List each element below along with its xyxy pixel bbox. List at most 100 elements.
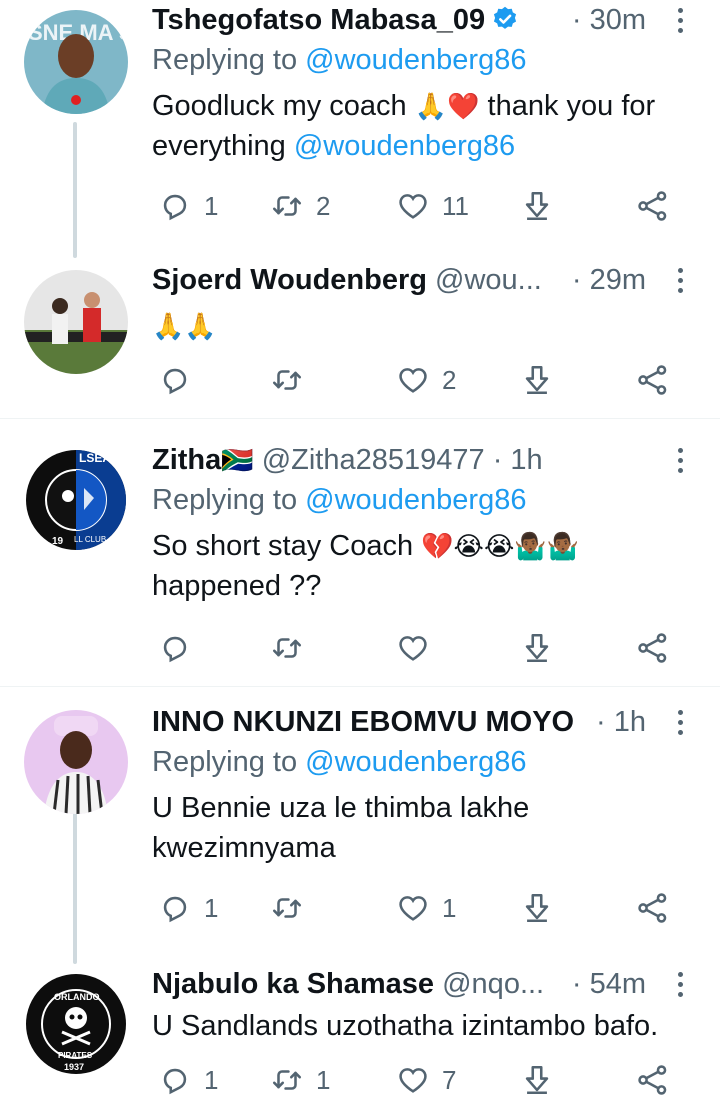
share-button[interactable]	[636, 628, 670, 668]
save-button[interactable]	[520, 888, 554, 928]
tweet[interactable]: SNE MA SA Tshegofatso Mabasa_09 · 30m Re…	[0, 0, 720, 250]
like-icon	[399, 194, 427, 219]
mention-link[interactable]: @woudenberg86	[294, 130, 515, 162]
share-icon	[638, 633, 667, 663]
reply-button[interactable]: 1	[158, 888, 218, 928]
like-button[interactable]: 11	[396, 186, 469, 226]
display-name[interactable]: Njabulo ka Shamase	[152, 968, 434, 1000]
tweet-header: Tshegofatso Mabasa_09 · 30m	[152, 0, 690, 40]
username[interactable]: @nqo...	[434, 968, 544, 1000]
display-name[interactable]: INNO NKUNZI EBOMVU MOYO	[152, 706, 574, 738]
share-icon	[638, 893, 667, 923]
tweet[interactable]: Sjoerd Woudenberg @wou... · 29m 🙏🙏 2	[0, 260, 720, 418]
reply-count: 1	[204, 190, 219, 221]
reply-button[interactable]: 1	[158, 186, 218, 226]
action-bar: 2	[152, 360, 692, 400]
share-icon	[638, 365, 667, 395]
more-icon[interactable]	[670, 0, 690, 40]
emoji: 💔😭😭🤷🏾‍♂️🤷🏾‍♂️	[421, 531, 580, 561]
like-button[interactable]: 2	[396, 360, 456, 400]
save-button[interactable]	[520, 186, 554, 226]
username[interactable]: @Zitha28519477 · 1h	[254, 444, 543, 476]
timestamp[interactable]: · 1h	[596, 702, 646, 742]
divider	[0, 686, 720, 687]
tweet-header: Zitha🇿🇦 @Zitha28519477 · 1h	[152, 440, 690, 480]
mention-link[interactable]: @woudenberg86	[305, 44, 526, 76]
display-name[interactable]: Zitha	[152, 444, 221, 476]
like-button[interactable]: 7	[396, 1060, 456, 1100]
retweet-button[interactable]: 2	[270, 186, 330, 226]
reply-icon	[163, 368, 187, 395]
retweet-icon	[272, 898, 302, 918]
svg-text:LSEA: LSEA	[79, 451, 111, 465]
avatar[interactable]	[24, 710, 128, 814]
share-button[interactable]	[636, 888, 670, 928]
retweet-button[interactable]	[270, 360, 316, 400]
retweet-icon	[272, 1070, 302, 1090]
download-icon	[525, 191, 549, 221]
reply-icon	[163, 896, 187, 923]
tweet-text: Goodluck my coach 🙏❤️ thank you for ever…	[152, 90, 656, 162]
retweet-count: 2	[316, 190, 331, 221]
share-button[interactable]	[636, 360, 670, 400]
reply-icon	[163, 1068, 187, 1095]
svg-text:ORLANDO: ORLANDO	[54, 992, 100, 1002]
display-name[interactable]: Tshegofatso Mabasa_09	[152, 4, 485, 36]
retweet-icon	[272, 196, 302, 216]
like-button[interactable]	[396, 628, 442, 668]
more-icon[interactable]	[670, 440, 690, 480]
timestamp[interactable]: · 54m	[572, 964, 646, 1004]
tweet[interactable]: LSEA 19 LL CLUB Zitha🇿🇦 @Zitha28519477 ·…	[0, 440, 720, 686]
save-button[interactable]	[520, 628, 554, 668]
mention-link[interactable]: @woudenberg86	[305, 484, 526, 516]
svg-text:19: 19	[52, 536, 64, 547]
tweet-header: INNO NKUNZI EBOMVU MOYO · 1h	[152, 702, 690, 742]
retweet-button[interactable]	[270, 888, 316, 928]
flag-emoji: 🇿🇦	[221, 445, 254, 475]
display-name[interactable]: Sjoerd Woudenberg	[152, 264, 427, 296]
like-count: 1	[442, 892, 457, 923]
save-button[interactable]	[520, 360, 554, 400]
action-bar	[152, 628, 692, 668]
reply-icon	[163, 636, 187, 663]
tweet[interactable]: INNO NKUNZI EBOMVU MOYO · 1h Replying to…	[0, 702, 720, 952]
avatar[interactable]	[24, 270, 128, 374]
save-button[interactable]	[520, 1060, 554, 1100]
more-icon[interactable]	[670, 964, 690, 1004]
avatar[interactable]: SNE MA SA	[24, 10, 128, 114]
reply-count: 1	[204, 1064, 219, 1095]
avatar[interactable]: ORLANDO PIRATES 1937	[24, 972, 128, 1076]
action-bar: 1 1	[152, 888, 692, 928]
like-icon	[399, 368, 427, 393]
timestamp[interactable]: · 29m	[572, 260, 646, 300]
reply-button[interactable]: 1	[158, 1060, 218, 1100]
tweet-text: U Sandlands uzothatha izintambo bafo.	[152, 1010, 659, 1042]
reply-button[interactable]	[158, 628, 204, 668]
divider	[0, 418, 720, 419]
share-icon	[638, 191, 667, 221]
share-button[interactable]	[636, 186, 670, 226]
timestamp[interactable]: · 30m	[572, 0, 646, 40]
like-button[interactable]: 1	[396, 888, 456, 928]
download-icon	[525, 365, 549, 395]
mention-link[interactable]: @woudenberg86	[305, 746, 526, 778]
avatar-image: SNE MA SA	[24, 10, 128, 114]
download-icon	[525, 633, 549, 663]
avatar[interactable]: LSEA 19 LL CLUB	[24, 448, 128, 552]
action-bar: 1 2 11	[152, 186, 692, 226]
like-count: 2	[442, 364, 457, 395]
more-icon[interactable]	[670, 702, 690, 742]
tweet[interactable]: ORLANDO PIRATES 1937 Njabulo ka Shamase …	[0, 964, 720, 1102]
share-button[interactable]	[636, 1060, 670, 1100]
retweet-button[interactable]	[270, 628, 316, 668]
tweet-text: U Bennie uza le thimba lakhe kwezimnyama	[152, 792, 530, 864]
reply-button[interactable]	[158, 360, 204, 400]
username[interactable]: @wou...	[427, 264, 542, 296]
avatar-image: LSEA 19 LL CLUB	[24, 448, 128, 552]
like-icon	[399, 636, 427, 661]
tweet-text: So short stay Coach 💔😭😭🤷🏾‍♂️🤷🏾‍♂️ happen…	[152, 530, 580, 602]
retweet-button[interactable]: 1	[270, 1060, 330, 1100]
retweet-icon	[272, 370, 302, 390]
more-icon[interactable]	[670, 260, 690, 300]
emoji: 🙏❤️	[414, 91, 480, 121]
